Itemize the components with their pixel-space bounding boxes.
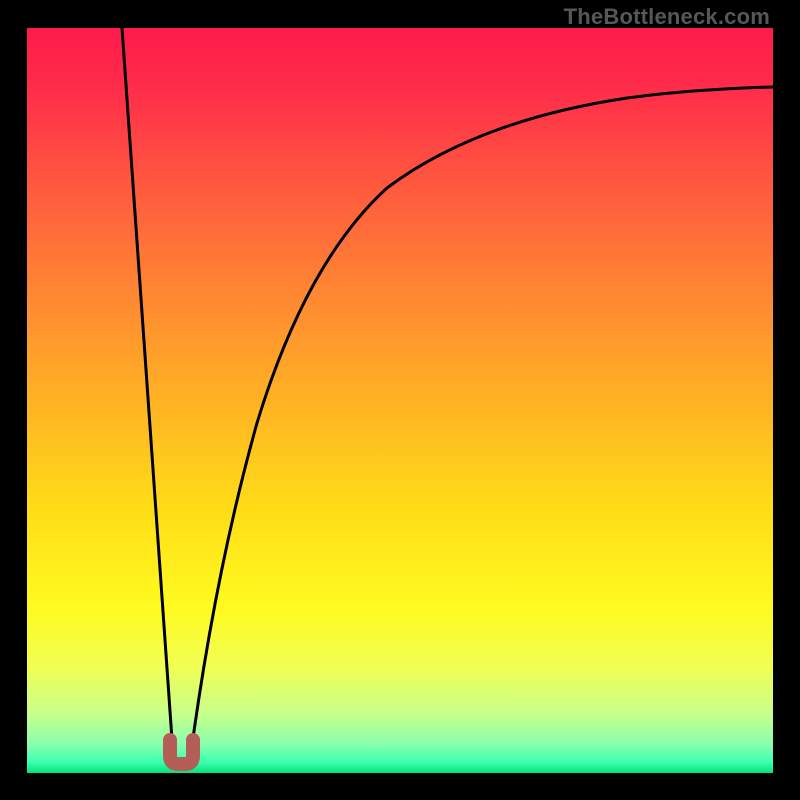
optimal-marker: [27, 28, 773, 773]
plot-area: [27, 28, 773, 773]
chart-frame: TheBottleneck.com: [0, 0, 800, 800]
watermark-text: TheBottleneck.com: [564, 4, 770, 30]
u-marker-icon: [170, 740, 193, 764]
